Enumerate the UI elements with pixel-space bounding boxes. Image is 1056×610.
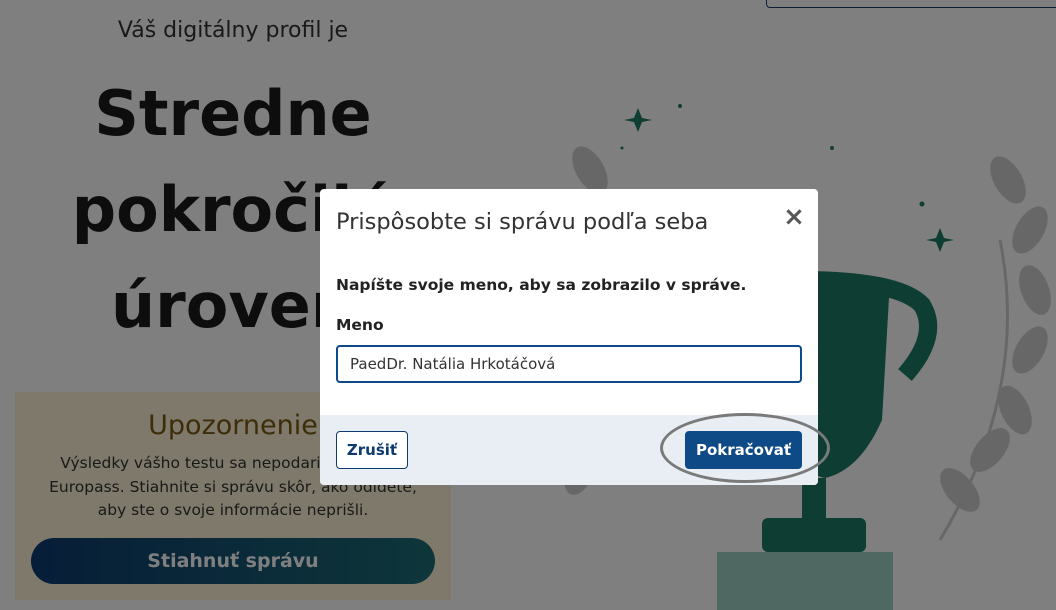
name-field-label: Meno — [336, 316, 384, 334]
name-input[interactable] — [336, 345, 802, 383]
dialog-title: Prispôsobte si správu podľa seba — [336, 209, 709, 235]
page: Váš digitálny profil je Stredne pokročil… — [0, 0, 1056, 610]
highlight-annotation — [660, 413, 830, 483]
cancel-button[interactable]: Zrušiť — [336, 431, 408, 469]
close-icon[interactable]: × — [782, 203, 806, 231]
dialog-instruction: Napíšte svoje meno, aby sa zobrazilo v s… — [336, 276, 747, 294]
